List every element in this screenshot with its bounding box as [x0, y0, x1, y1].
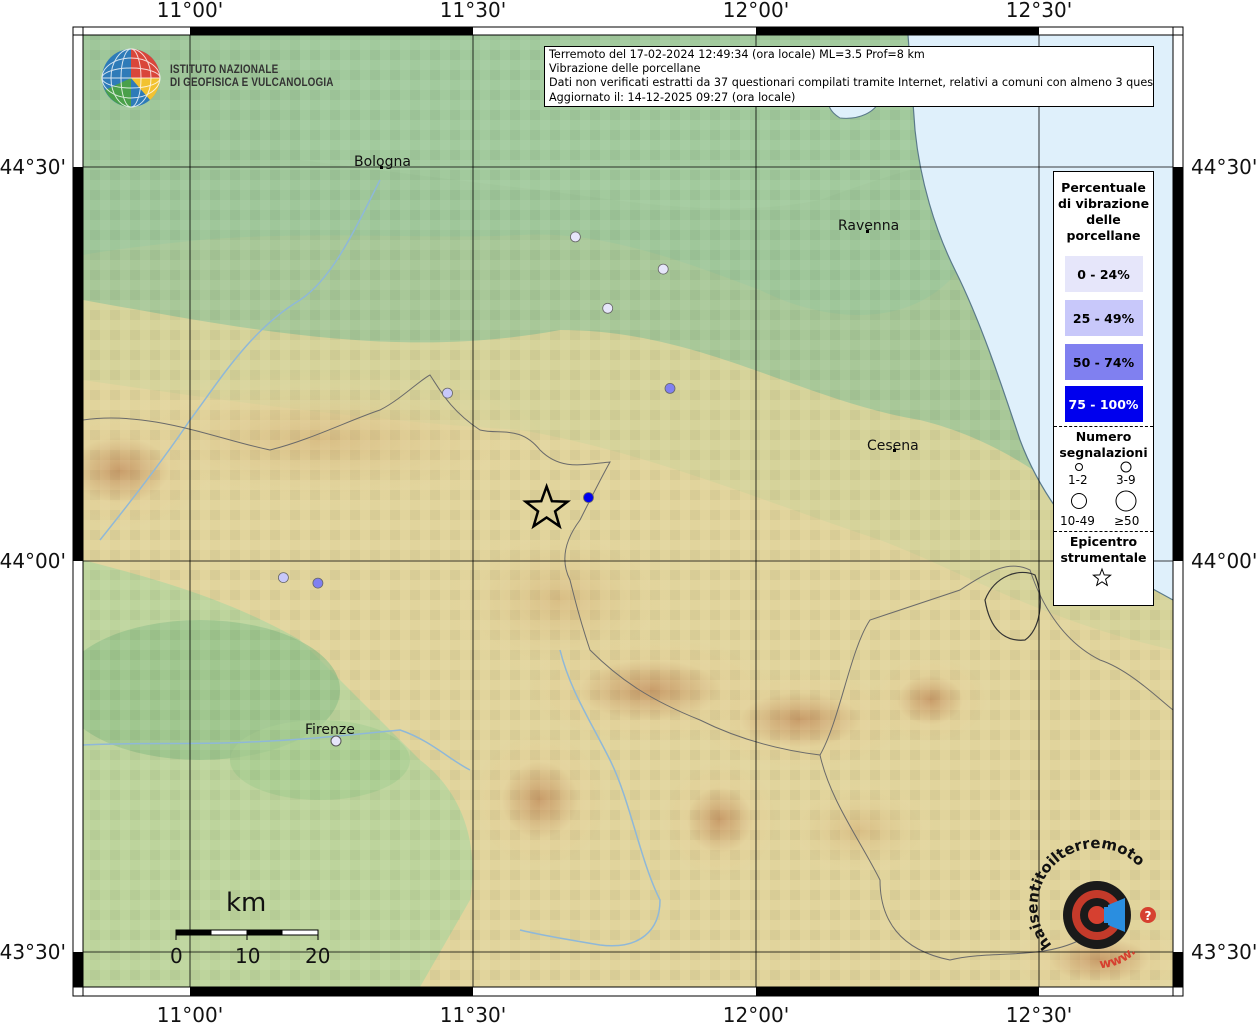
ingv-name: ISTITUTO NAZIONALE DI GEOFISICA E VULCAN…	[170, 64, 334, 90]
ingv-logo-icon	[101, 48, 161, 108]
legend-count-title: Numero segnalazioni	[1054, 429, 1153, 461]
size-label: 10-49	[1060, 514, 1095, 528]
legend-title-line: Percentuale	[1061, 180, 1146, 195]
lon-label-top: 11°30'	[440, 0, 506, 22]
size-circle-medium	[1120, 461, 1132, 473]
legend-class-3: 75 - 100%	[1064, 386, 1143, 422]
legend-title-line: delle	[1086, 212, 1121, 227]
legend-divider	[1054, 426, 1153, 427]
legend-class-2: 50 - 74%	[1064, 344, 1143, 380]
observation-point	[664, 382, 676, 394]
ingv-name-line1: ISTITUTO NAZIONALE	[170, 64, 279, 76]
lon-label-top: 12°30'	[1006, 0, 1072, 22]
lon-label-bottom: 11°00'	[157, 1003, 223, 1024]
city-label-cesena: Cesena	[867, 438, 919, 454]
lat-label-left: 44°30'	[0, 155, 66, 179]
legend-title-line: di vibrazione	[1057, 196, 1150, 211]
observation-point	[277, 572, 289, 583]
size-circle-large	[1071, 493, 1087, 509]
size-circle-small	[1075, 463, 1083, 471]
legend-size-grid: 1-2 3-9 10-49 ≥50	[1054, 461, 1153, 531]
lat-label-left: 44°00'	[0, 549, 66, 573]
size-label: 1-2	[1068, 473, 1088, 487]
city-marker-ravenna	[866, 230, 869, 233]
legend-epicenter-title-line: Epicentro	[1069, 534, 1138, 549]
scale-tick-label: 20	[305, 944, 331, 968]
observation-point	[442, 387, 453, 399]
ingv-name-line2: DI GEOFISICA E VULCANOLOGIA	[170, 77, 334, 89]
observation-point	[583, 492, 594, 503]
legend-star-icon	[1092, 567, 1112, 587]
lon-label-bottom: 12°30'	[1006, 1003, 1072, 1024]
legend-epicenter	[1092, 567, 1112, 587]
legend-epicenter-title: Epicentro strumentale	[1054, 534, 1153, 566]
event-info-line: Vibrazione delle porcellane	[549, 62, 701, 76]
city-marker-firenze	[330, 735, 342, 747]
observation-point	[657, 263, 669, 275]
event-info-line: Terremoto del 17-02-2024 12:49:34 (ora l…	[549, 48, 925, 61]
size-label: 3-9	[1116, 473, 1136, 487]
size-label: ≥50	[1114, 514, 1140, 528]
lon-label-bottom: 12°00'	[723, 1003, 789, 1024]
watermark-question: ?	[1145, 909, 1152, 923]
event-info-line: Aggiornato il: 14-12-2025 09:27 (ora loc…	[549, 90, 796, 104]
scale-tick-label: 10	[235, 944, 261, 968]
terrain	[83, 35, 1173, 987]
lat-label-right: 44°00'	[1191, 549, 1256, 573]
scale-unit: km	[226, 888, 267, 918]
observation-point	[602, 302, 614, 314]
legend-count-title-line: Numero	[1075, 429, 1132, 444]
map-legend: Percentuale di vibrazione delle porcella…	[1053, 171, 1154, 606]
lat-label-left: 43°30'	[0, 940, 66, 964]
city-marker-cesena	[893, 449, 896, 452]
legend-class-0: 0 - 24%	[1064, 256, 1143, 292]
event-info-line: Dati non verificati estratti da 37 quest…	[549, 76, 1154, 90]
lon-label-bottom: 11°30'	[440, 1003, 506, 1024]
legend-count-title-line: segnalazioni	[1059, 445, 1148, 460]
legend-title-line: porcellane	[1066, 228, 1141, 243]
scale-tick-label: 0	[170, 944, 183, 968]
city-marker-bologna	[380, 166, 383, 169]
event-info-box: Terremoto del 17-02-2024 12:49:34 (ora l…	[544, 46, 1154, 107]
legend-title: Percentuale di vibrazione delle porcella…	[1054, 180, 1153, 244]
lon-label-top: 11°00'	[157, 0, 223, 22]
legend-class-1: 25 - 49%	[1064, 300, 1143, 336]
legend-epicenter-title-line: strumentale	[1060, 550, 1147, 565]
size-circle-xlarge	[1115, 490, 1137, 512]
city-label-firenze: Firenze	[305, 722, 355, 738]
lat-label-right: 44°30'	[1191, 155, 1256, 179]
lon-label-top: 12°00'	[723, 0, 789, 22]
observation-point	[312, 577, 324, 589]
lat-label-right: 43°30'	[1191, 940, 1256, 964]
observation-point	[570, 231, 581, 243]
